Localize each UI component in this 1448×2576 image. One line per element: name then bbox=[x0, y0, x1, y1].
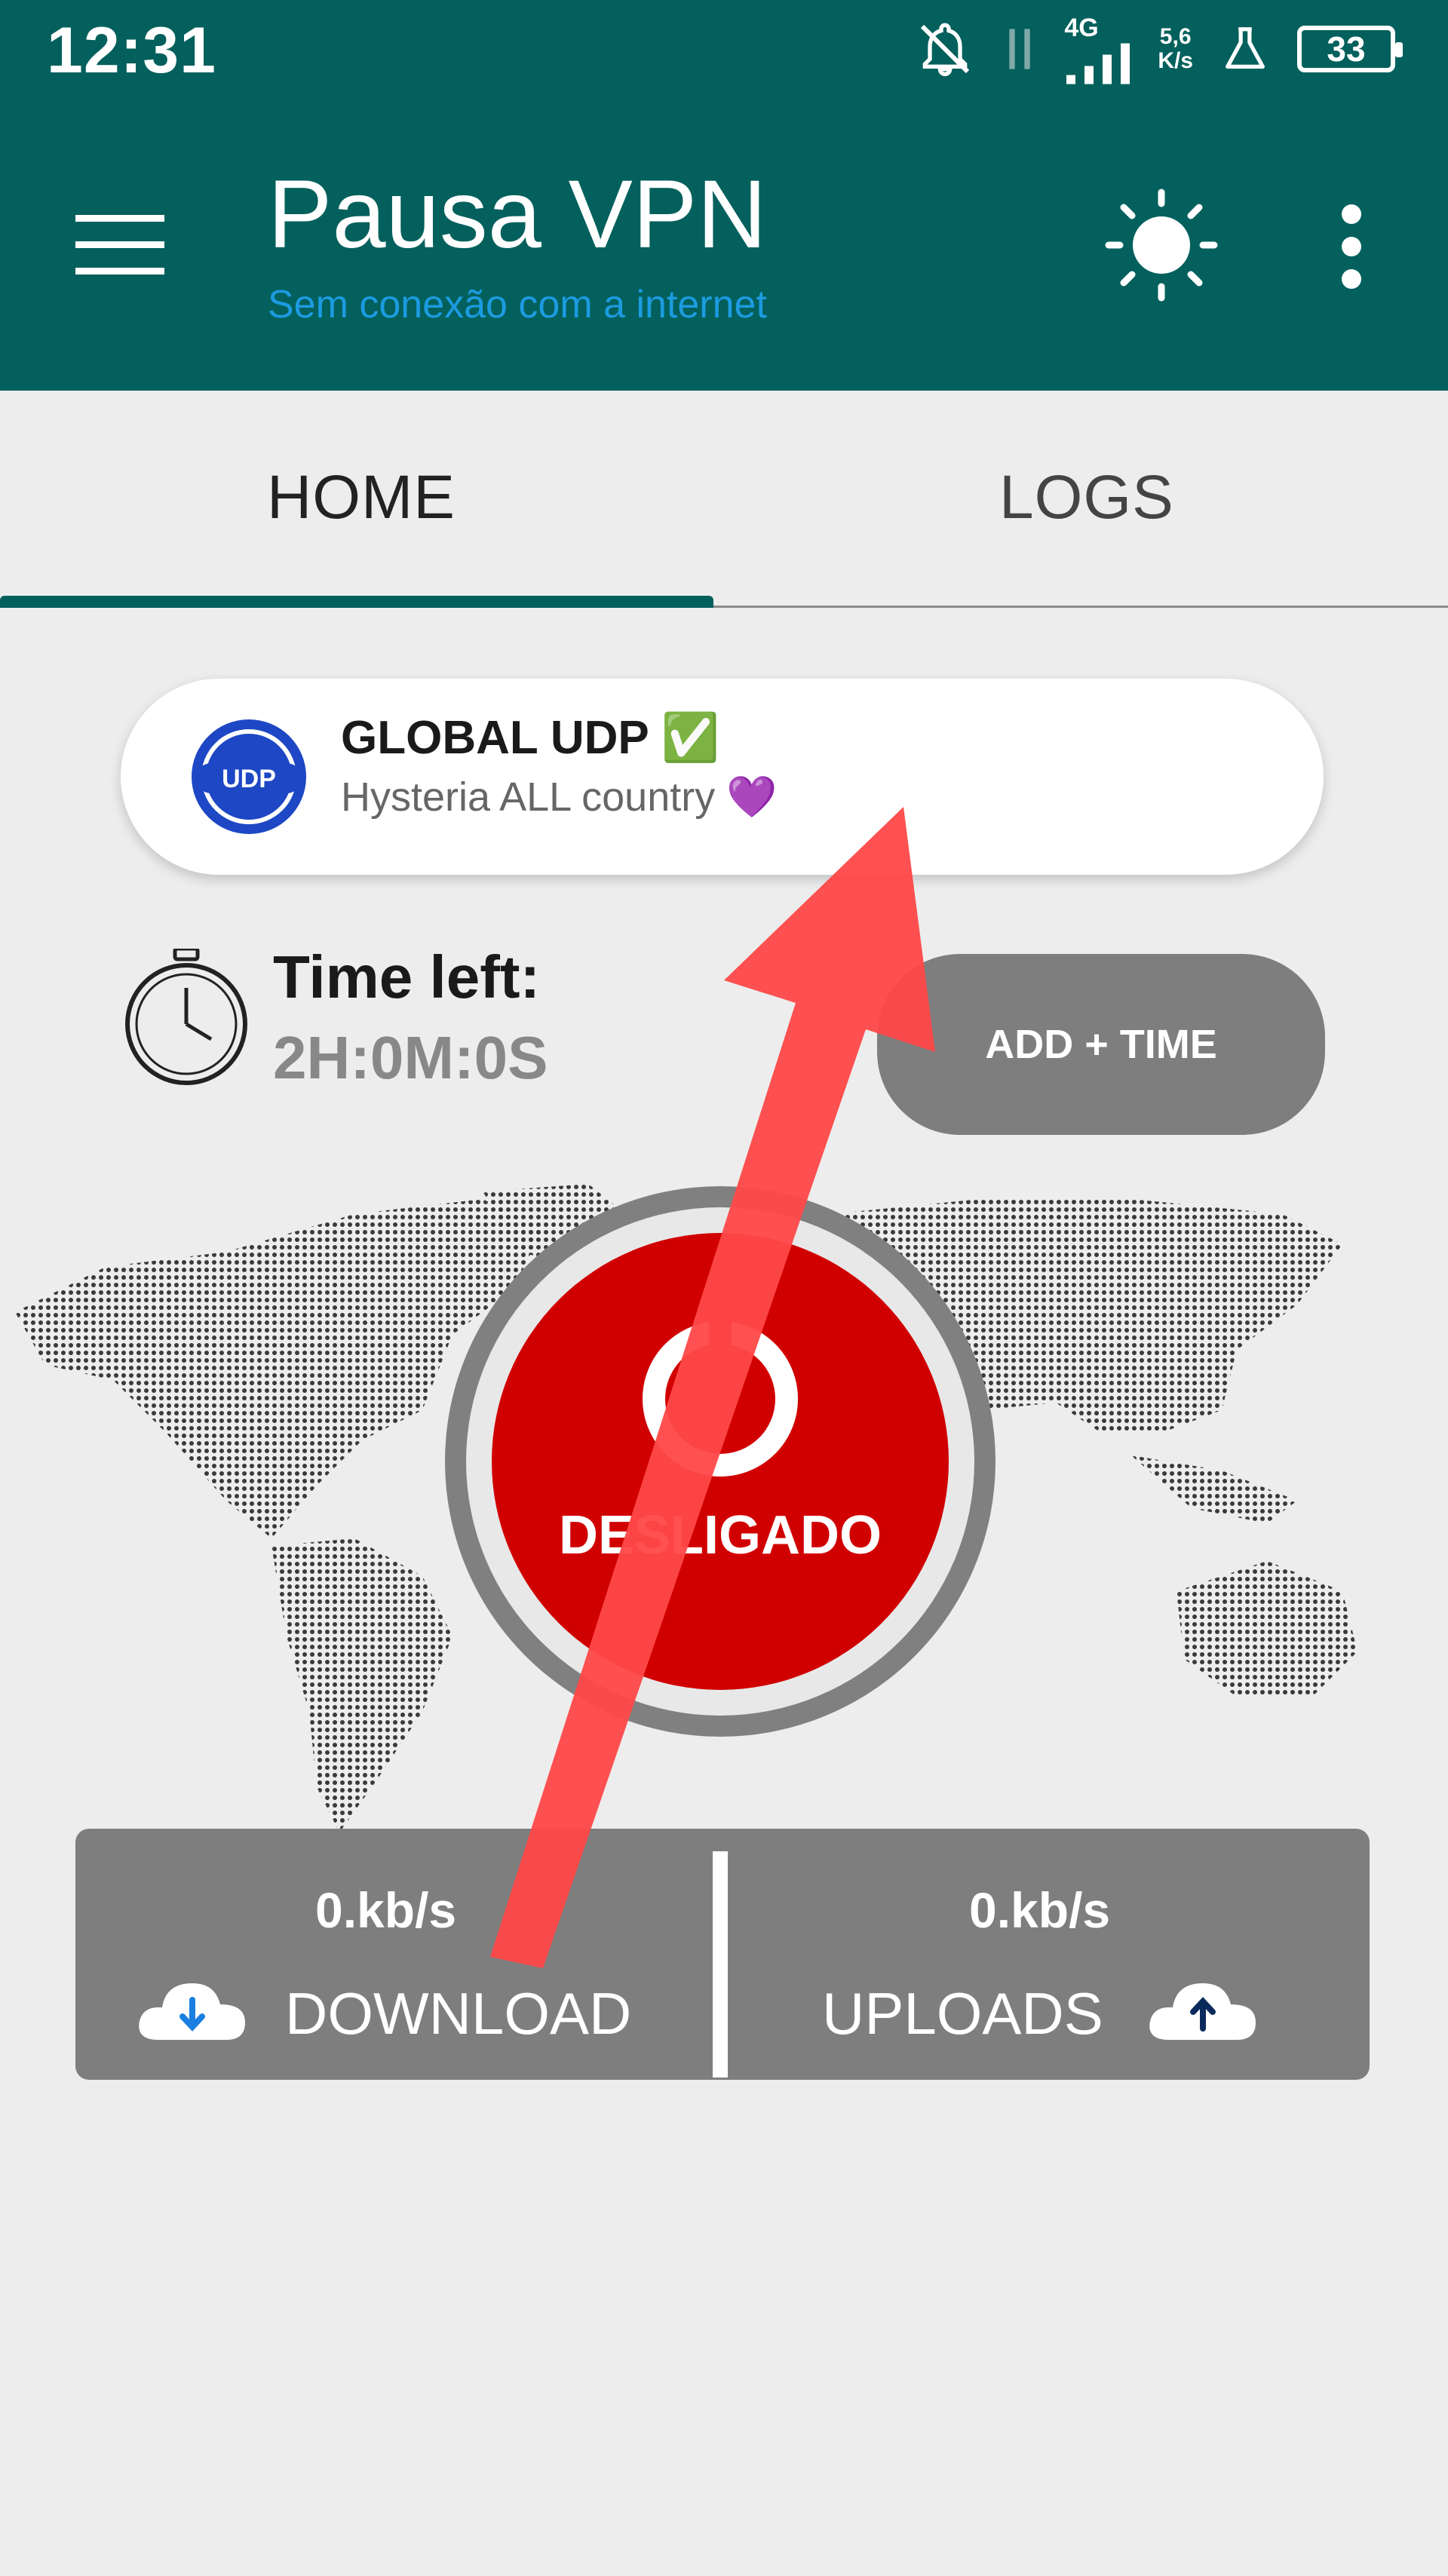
app-bar: 12:31 4G 5,6 K/s 33 Pausa VPN Sem conexã… bbox=[0, 0, 1448, 391]
network-type: 4G bbox=[1064, 14, 1099, 42]
add-time-button[interactable]: ADD + TIME bbox=[877, 954, 1325, 1135]
flask-icon bbox=[1226, 27, 1265, 69]
app-title: Pausa VPN bbox=[268, 161, 767, 268]
battery-icon: 33 bbox=[1297, 26, 1403, 72]
hamburger-icon[interactable] bbox=[75, 215, 164, 275]
tab-home[interactable]: HOME bbox=[267, 462, 456, 533]
tab-divider bbox=[713, 606, 1448, 608]
server-selector[interactable]: UDP GLOBAL UDP ✅ Hysteria ALL country 💜 bbox=[121, 679, 1324, 875]
cloud-upload-icon bbox=[1149, 1983, 1256, 2040]
net-speed: 5,6 K/s bbox=[1158, 24, 1193, 73]
traffic-stats-panel: 0.kb/s DOWNLOAD 0.kb/s UPLOADS bbox=[75, 1829, 1370, 2080]
server-name: GLOBAL UDP ✅ bbox=[341, 712, 720, 764]
sun-icon[interactable] bbox=[1105, 189, 1218, 302]
upload-speed-value: 0.kb/s bbox=[969, 1882, 1111, 1938]
power-icon bbox=[643, 1312, 798, 1477]
udp-logo-text: UDP bbox=[222, 765, 276, 793]
battery-level: 33 bbox=[1327, 29, 1366, 69]
data-transfer-icon bbox=[1009, 29, 1030, 69]
signal-icon bbox=[1066, 43, 1130, 84]
stats-divider bbox=[713, 1851, 728, 2078]
upload-label: UPLOADS bbox=[822, 1980, 1103, 2047]
tab-bar: HOME LOGS bbox=[0, 391, 1448, 609]
server-description: Hysteria ALL country 💜 bbox=[341, 774, 778, 820]
cloud-download-icon bbox=[139, 1983, 245, 2040]
status-icons: 4G 5,6 K/s 33 bbox=[915, 14, 1403, 84]
connection-state-label: DESLIGADO bbox=[558, 1505, 882, 1566]
status-time: 12:31 bbox=[47, 14, 216, 87]
signal-group: 4G bbox=[1064, 14, 1132, 84]
download-speed-value: 0.kb/s bbox=[315, 1882, 457, 1938]
more-vert-icon[interactable] bbox=[1329, 204, 1374, 290]
time-left-value: 2H:0M:0S bbox=[273, 1024, 548, 1091]
time-left-label: Time left: bbox=[273, 943, 541, 1010]
download-label: DOWNLOAD bbox=[285, 1980, 632, 2047]
stopwatch-icon bbox=[125, 949, 247, 1085]
notifications-off-icon bbox=[921, 23, 970, 77]
tab-indicator bbox=[0, 596, 713, 608]
tab-logs[interactable]: LOGS bbox=[999, 462, 1174, 533]
udp-logo-icon: UDP bbox=[192, 719, 306, 834]
connection-status: Sem conexão com a internet bbox=[268, 283, 767, 327]
